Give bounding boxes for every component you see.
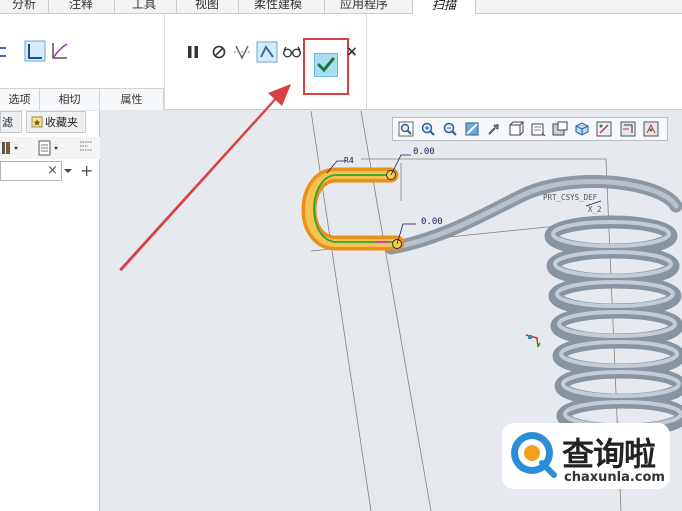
glasses-icon[interactable] bbox=[282, 44, 302, 60]
tree-settings-icon[interactable] bbox=[2, 140, 20, 156]
watermark-url: chaxunla.com bbox=[564, 470, 665, 485]
csys-glyph bbox=[525, 334, 541, 348]
search-input[interactable]: × bbox=[0, 161, 62, 181]
tab-options[interactable]: 选项 bbox=[0, 88, 40, 110]
menu-tab-analysis[interactable]: 分析 bbox=[6, 0, 42, 14]
trajectory-icon[interactable] bbox=[50, 40, 70, 62]
hook-sweep bbox=[301, 167, 405, 251]
watermark: 查询啦 chaxunla.com bbox=[502, 423, 670, 489]
menu-tab-sweep[interactable]: 扫描 bbox=[412, 0, 476, 14]
menu-tab-tools[interactable]: 工具 bbox=[124, 0, 164, 14]
menu-tab-view[interactable]: 视图 bbox=[186, 0, 228, 14]
chevron-down-icon[interactable] bbox=[64, 167, 72, 175]
tab-divider bbox=[114, 0, 115, 14]
menu-tab-applications[interactable]: 应用程序 bbox=[334, 0, 394, 14]
menu-tab-flexible-modeling[interactable]: 柔性建模 bbox=[246, 0, 310, 14]
axis-label: X_2 bbox=[588, 205, 602, 214]
panel-toolbar bbox=[0, 137, 100, 159]
pointer-arrow-head bbox=[119, 84, 291, 271]
watermark-text: 查询啦 bbox=[562, 435, 656, 473]
tab-divider bbox=[324, 0, 325, 14]
left-panel: 滤器 收藏夹 × + bbox=[0, 111, 100, 511]
tab-divider bbox=[176, 0, 177, 14]
clear-search-button[interactable]: × bbox=[47, 163, 58, 178]
verify-geometry-icon[interactable] bbox=[232, 42, 252, 62]
dimension-mid: 0.00 bbox=[421, 217, 443, 227]
dimension-top: 0.00 bbox=[413, 147, 435, 157]
document-icon[interactable] bbox=[38, 140, 60, 156]
ok-button[interactable] bbox=[314, 53, 338, 77]
ribbon: × 选项 相切 属性 bbox=[0, 14, 682, 110]
favorites-label: 收藏夹 bbox=[45, 116, 78, 129]
add-button[interactable]: + bbox=[80, 161, 93, 180]
no-entry-icon[interactable] bbox=[211, 44, 227, 60]
section-line-icon[interactable] bbox=[0, 42, 10, 62]
ribbon-divider bbox=[366, 14, 367, 110]
tree-filter-icon[interactable] bbox=[78, 140, 94, 156]
tab-filter[interactable]: 滤器 bbox=[0, 111, 22, 151]
pause-icon[interactable] bbox=[186, 44, 200, 60]
ok-button-highlight bbox=[303, 38, 349, 95]
preview-icon[interactable] bbox=[256, 41, 278, 63]
menu-tab-annotate[interactable]: 注释 bbox=[60, 0, 102, 14]
profile-icon[interactable] bbox=[24, 40, 46, 62]
tab-divider bbox=[238, 0, 239, 14]
cancel-button[interactable]: × bbox=[346, 44, 358, 60]
menu-bar: 分析 注释 工具 视图 柔性建模 应用程序 扫描 bbox=[0, 0, 682, 14]
tab-tangency[interactable]: 相切 bbox=[40, 88, 100, 110]
tab-divider bbox=[48, 0, 49, 14]
radius-label: R4 bbox=[344, 156, 354, 165]
favorites-icon bbox=[31, 116, 43, 128]
model-tree bbox=[0, 185, 98, 511]
search-magnifier-logo-icon bbox=[511, 432, 557, 478]
check-icon bbox=[317, 57, 335, 73]
csys-label: PRT_CSYS_DEF bbox=[543, 193, 598, 202]
